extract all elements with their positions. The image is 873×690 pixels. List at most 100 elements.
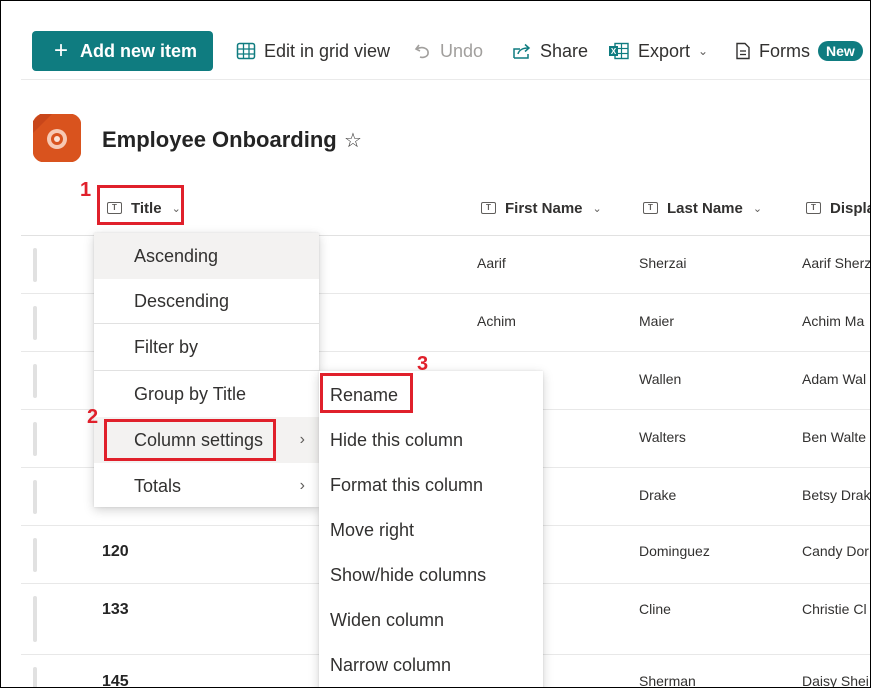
row-select-handle[interactable] [33,538,37,572]
top-band [5,5,868,20]
submenu-item-label: Show/hide columns [330,565,487,585]
cell-last-name: Sherman [639,673,696,688]
cell-first-name: Achim [477,313,516,329]
grid-icon [236,42,256,60]
submenu-item-label: Format this column [330,475,484,495]
row-select-handle[interactable] [33,248,37,282]
export-button[interactable]: X Export ⌄ [608,31,708,71]
chevron-down-icon: ⌄ [592,202,602,215]
cell-display: Daisy Shei [802,673,869,688]
command-bar: + Add new item Edit in grid view Undo Sh… [1,19,870,81]
edit-grid-view-label: Edit in grid view [264,40,391,61]
column-header-display[interactable]: T Displa [806,181,871,235]
cell-last-name: Drake [639,487,677,503]
list-title: Employee Onboarding [102,127,337,152]
submenu-item-show-hide-columns[interactable]: Show/hide columns [319,553,543,598]
annotation-step-number: 2 [87,406,99,428]
cell-last-name: Maier [639,313,675,329]
add-new-item-label: Add new item [80,40,198,61]
row-select-handle[interactable] [33,596,37,642]
list-icon [33,114,81,162]
cell-last-name: Sherzai [639,255,687,271]
annotation-step-number: 3 [417,353,429,375]
text-column-icon: T [643,202,658,214]
column-context-menu: Ascending Descending Filter by Group by … [94,233,319,507]
menu-item-label: Filter by [134,336,199,357]
cell-display: Candy Dor [802,543,869,559]
annotation-box-rename [320,373,413,413]
text-column-icon: T [481,202,496,214]
undo-icon [414,44,429,59]
cell-display: Ben Walte [802,429,867,445]
chevron-right-icon: › [299,477,305,494]
menu-item-filter-by[interactable]: Filter by [94,324,319,370]
forms-label: Forms [759,40,810,61]
menu-item-label: Totals [134,475,182,496]
cell-display: Christie Cl [802,601,867,617]
menu-item-group-by[interactable]: Group by Title [94,371,319,417]
share-icon [513,43,531,59]
cell-last-name: Cline [639,601,671,617]
export-label: Export [638,40,691,61]
submenu-item-label: Narrow column [330,655,452,675]
svg-text:X: X [611,47,617,56]
forms-button[interactable]: Forms New [735,31,863,71]
forms-icon [736,42,750,60]
submenu-item-narrow-column[interactable]: Narrow column [319,643,543,687]
chevron-down-icon: ⌄ [752,202,763,215]
plus-icon: + [54,37,69,64]
row-select-handle[interactable] [33,364,37,398]
cell-display: Aarif Sherz [802,255,871,271]
sharepoint-list-window: + Add new item Edit in grid view Undo Sh… [0,0,871,688]
cell-display: Adam Wal [802,371,867,387]
submenu-item-label: Hide this column [330,430,464,450]
cell-display: Betsy Drak [802,487,871,503]
cell-title: 120 [102,543,129,560]
list-header: Employee Onboarding ☆ [1,81,870,181]
row-select-handle[interactable] [33,480,37,514]
undo-label: Undo [440,40,484,61]
menu-item-label: Group by Title [134,383,247,404]
share-label: Share [540,40,589,61]
undo-button[interactable]: Undo [414,31,483,71]
new-badge: New [818,41,863,61]
cell-display: Achim Ma [802,313,865,329]
menu-item-label: Ascending [134,245,219,266]
submenu-item-format-column[interactable]: Format this column [319,463,543,508]
menu-item-ascending[interactable]: Ascending [94,233,319,279]
annotation-box-title [97,185,184,225]
share-button[interactable]: Share [512,31,588,71]
add-new-item-button[interactable]: + Add new item [32,31,213,71]
column-settings-submenu: Rename Hide this column Format this colu… [319,371,543,687]
edit-grid-view-button[interactable]: Edit in grid view [236,31,390,71]
submenu-item-label: Move right [330,520,415,540]
submenu-item-label: Widen column [330,610,445,630]
chevron-down-icon: ⌄ [698,44,709,58]
chevron-right-icon: › [299,431,305,448]
row-select-handle[interactable] [33,667,37,687]
column-first-name-label: First Name [505,199,583,217]
column-display-label: Displa [830,199,871,217]
menu-item-totals[interactable]: Totals › [94,463,319,509]
cell-last-name: Wallen [639,371,682,387]
command-bar-divider [21,79,870,80]
cell-last-name: Dominguez [639,543,710,559]
annotation-box-column-settings [104,419,276,461]
menu-item-label: Descending [134,290,230,311]
annotation-step-number: 1 [80,179,92,201]
cell-last-name: Walters [639,429,686,445]
column-header-last-name[interactable]: T Last Name ⌄ [643,181,762,235]
cell-title: 145 [102,673,129,688]
cell-first-name: Aarif [477,255,506,271]
submenu-item-hide-column[interactable]: Hide this column [319,418,543,463]
menu-item-descending[interactable]: Descending [94,278,319,324]
column-header-first-name[interactable]: T First Name ⌄ [481,181,602,235]
excel-icon: X [609,42,629,60]
submenu-item-move-right[interactable]: Move right [319,508,543,553]
star-icon[interactable]: ☆ [344,128,362,153]
row-select-handle[interactable] [33,422,37,456]
cell-title: 133 [102,601,129,618]
text-column-icon: T [806,202,821,214]
submenu-item-widen-column[interactable]: Widen column [319,598,543,643]
row-select-handle[interactable] [33,306,37,340]
